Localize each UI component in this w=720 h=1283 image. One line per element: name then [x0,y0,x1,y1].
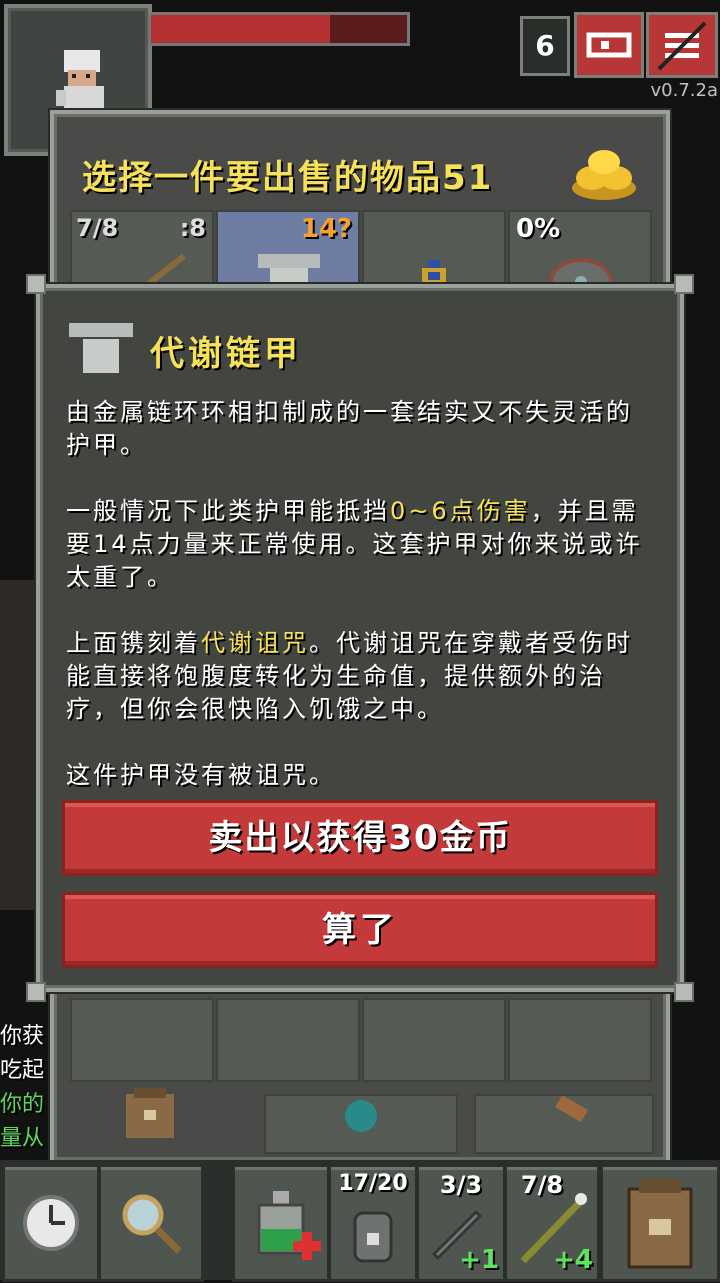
holster-icon [555,1096,589,1123]
item-description: 由金属链环环相扣制成的一套结实又不失灵活的护甲。 一般情况下此类护甲能抵挡0~6… [66,396,656,792]
log-line-4: 量从 [0,1126,45,1151]
item-name: 代谢链甲 [150,334,302,374]
dialog-corner-br [674,982,694,1002]
item-desc-para3: 上面镌刻着代谢诅咒。代谢诅咒在穿戴者受伤时能直接将饱腹度转化为生命值，提供额外的… [66,629,633,723]
inventory-button[interactable] [600,1164,720,1282]
backpack-tab[interactable] [110,1084,190,1144]
sell-button[interactable]: 卖出以获得30金币 [62,800,658,876]
journal-button[interactable] [574,12,644,78]
sell-title-text: 选择一件要出售的物品 [82,158,442,198]
journal-icon [586,32,632,58]
pouch-tab[interactable] [264,1094,458,1154]
dialog-corner-bl [26,982,46,1002]
menu-button[interactable] [646,12,718,78]
dialog-corner-tr [674,274,694,294]
quickslot-3-bonus: +1 [459,1245,499,1275]
item-desc-para2: 一般情况下此类护甲能抵挡0~6点伤害，并且需要14点力量来正常使用。这套护甲对你… [66,497,643,591]
backpack-small-icon [126,1088,174,1138]
gold-pile-icon [572,150,636,200]
dungeon-wall [0,580,40,910]
version-label: v0.7.2a [650,80,718,101]
cancel-button[interactable]: 算了 [62,892,658,968]
chainmail-icon [67,321,135,375]
slot-1-charge: :8 [179,214,206,242]
search-icon [122,1194,182,1254]
quickslot-1[interactable] [232,1164,330,1282]
shop-slot-6[interactable] [216,998,360,1082]
health-bar-fill [151,15,331,43]
clock-icon [23,1195,79,1251]
sell-window-title: 选择一件要出售的物品51 [82,150,562,199]
quickslot-4[interactable]: 7/8 +4 [504,1164,600,1282]
backpack-icon [627,1179,693,1269]
quickslot-2[interactable]: 17/20 [328,1164,418,1282]
quickslot-4-bonus: +4 [553,1245,593,1275]
log-line-1: 你获 [0,1024,45,1049]
wait-button[interactable] [2,1164,100,1282]
slot-2-level: 14? [300,214,352,244]
depth-indicator[interactable]: 6 [520,16,570,76]
item-desc-para1: 由金属链环环相扣制成的一套结实又不失灵活的护甲。 [66,398,633,459]
health-bar [148,12,410,46]
waterskin-icon [353,1211,393,1263]
log-line-2: 吃起 [0,1058,45,1083]
quickslot-3[interactable]: 3/3 +1 [416,1164,506,1282]
holster-tab[interactable] [474,1094,654,1154]
health-potion-icon [257,1191,321,1260]
shop-slot-5[interactable] [70,998,214,1082]
shop-slot-8[interactable] [508,998,652,1082]
quickslot-3-count: 3/3 [439,1171,483,1199]
search-button[interactable] [98,1164,204,1282]
dialog-corner-tl [26,274,46,294]
menu-icon [657,21,707,71]
log-line-3: 你的 [0,1092,45,1117]
item-desc-para4: 这件护甲没有被诅咒。 [66,761,336,789]
quickslot-2-count: 17/20 [338,1171,408,1196]
item-info-dialog: 代谢链甲 由金属链环环相扣制成的一套结实又不失灵活的护甲。 一般情况下此类护甲能… [26,274,694,1002]
seed-pouch-icon [345,1100,377,1132]
slot-4-status: 0% [516,214,561,244]
shop-slot-7[interactable] [362,998,506,1082]
gold-amount: 51 [442,158,494,198]
slot-1-level: 7/8 [76,214,119,242]
